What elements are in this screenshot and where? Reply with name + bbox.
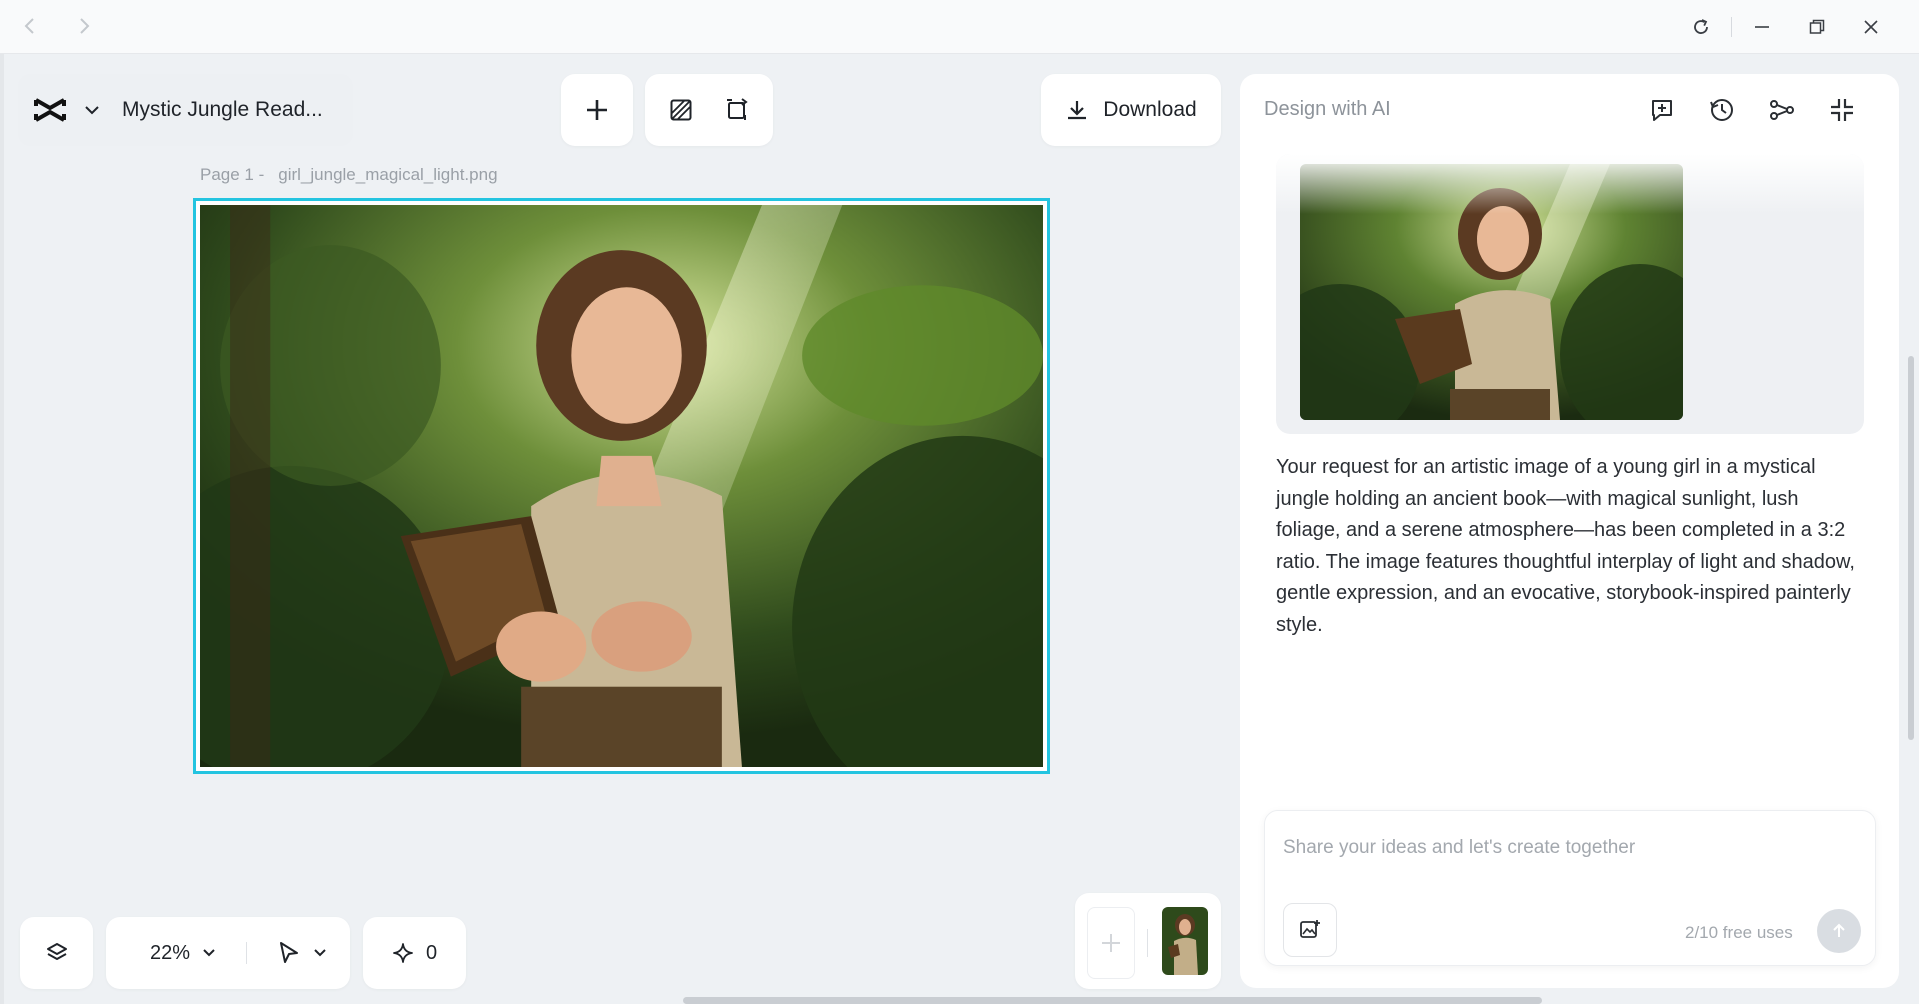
page-thumbnail[interactable] (1162, 907, 1208, 975)
pointer-tool-icon[interactable] (277, 940, 301, 966)
page-number: Page 1 - (200, 165, 265, 184)
generated-image[interactable] (200, 205, 1043, 767)
close-icon[interactable] (1856, 12, 1886, 42)
collapse-icon[interactable] (1826, 94, 1858, 126)
new-chat-icon[interactable] (1646, 94, 1678, 126)
project-bar: Mystic Jungle Read... (18, 74, 353, 146)
forward-icon[interactable] (70, 12, 98, 40)
chat-composer: 2/10 free uses (1264, 810, 1876, 966)
page-file-name: girl_jungle_magical_light.png (278, 165, 498, 184)
sparkle-icon (393, 943, 413, 963)
credits-button[interactable]: 0 (363, 917, 466, 989)
ai-panel-header: Design with AI (1240, 74, 1899, 146)
minimize-icon[interactable] (1747, 12, 1777, 42)
horizontal-scrollbar[interactable] (683, 997, 1542, 1004)
pointer-chevron-down-icon[interactable] (313, 948, 327, 958)
chat-input[interactable] (1283, 833, 1853, 863)
share-icon[interactable] (1766, 94, 1798, 126)
add-button[interactable] (561, 74, 633, 146)
attach-image-button[interactable] (1283, 903, 1337, 957)
zoom-level[interactable]: 22% (150, 942, 190, 965)
title-bar (0, 0, 1919, 54)
pages-strip (1075, 893, 1221, 989)
image-add-icon (1300, 920, 1320, 938)
ai-panel-scrollbar[interactable] (1908, 356, 1914, 740)
plus-icon (587, 100, 607, 120)
generated-image-thumbnail[interactable] (1300, 164, 1683, 420)
history-icon[interactable] (1706, 94, 1738, 126)
ai-panel-title: Design with AI (1264, 98, 1391, 120)
zoom-chevron-down-icon[interactable] (202, 948, 216, 958)
arrow-up-icon (1833, 923, 1845, 937)
left-edge-border (0, 54, 4, 1004)
page-label: Page 1 - girl_jungle_magical_light.png (200, 165, 512, 185)
layers-button[interactable] (20, 917, 93, 989)
layers-icon (46, 943, 67, 960)
ai-response-text: Your request for an artistic image of a … (1276, 456, 1855, 636)
credits-count: 0 (425, 941, 438, 964)
generated-image-message (1276, 154, 1864, 434)
restore-icon[interactable] (1802, 12, 1832, 42)
crop-rotate-icon[interactable] (723, 96, 751, 124)
shading-icon[interactable] (667, 96, 695, 124)
pages-divider (1147, 929, 1148, 957)
send-button[interactable] (1817, 909, 1861, 953)
capcut-logo-icon[interactable] (30, 90, 70, 130)
window-controls-divider (1731, 17, 1732, 37)
tool-group (645, 74, 773, 146)
zoom-divider (246, 942, 248, 964)
download-label: Download (1103, 98, 1197, 121)
reload-icon[interactable] (1686, 12, 1716, 42)
ai-panel: Design with AI Your request for an artis… (1240, 74, 1899, 988)
back-icon[interactable] (16, 12, 44, 40)
zoom-control: 22% (106, 917, 350, 989)
download-icon (1068, 101, 1087, 120)
plus-icon (1102, 934, 1120, 952)
free-uses-counter: 2/10 free uses (1685, 923, 1793, 942)
canvas-artboard[interactable] (193, 198, 1050, 774)
download-button[interactable]: Download (1041, 74, 1221, 146)
project-title[interactable]: Mystic Jungle Read... (122, 98, 323, 122)
chevron-down-icon[interactable] (80, 98, 104, 122)
add-page-button[interactable] (1087, 907, 1135, 979)
